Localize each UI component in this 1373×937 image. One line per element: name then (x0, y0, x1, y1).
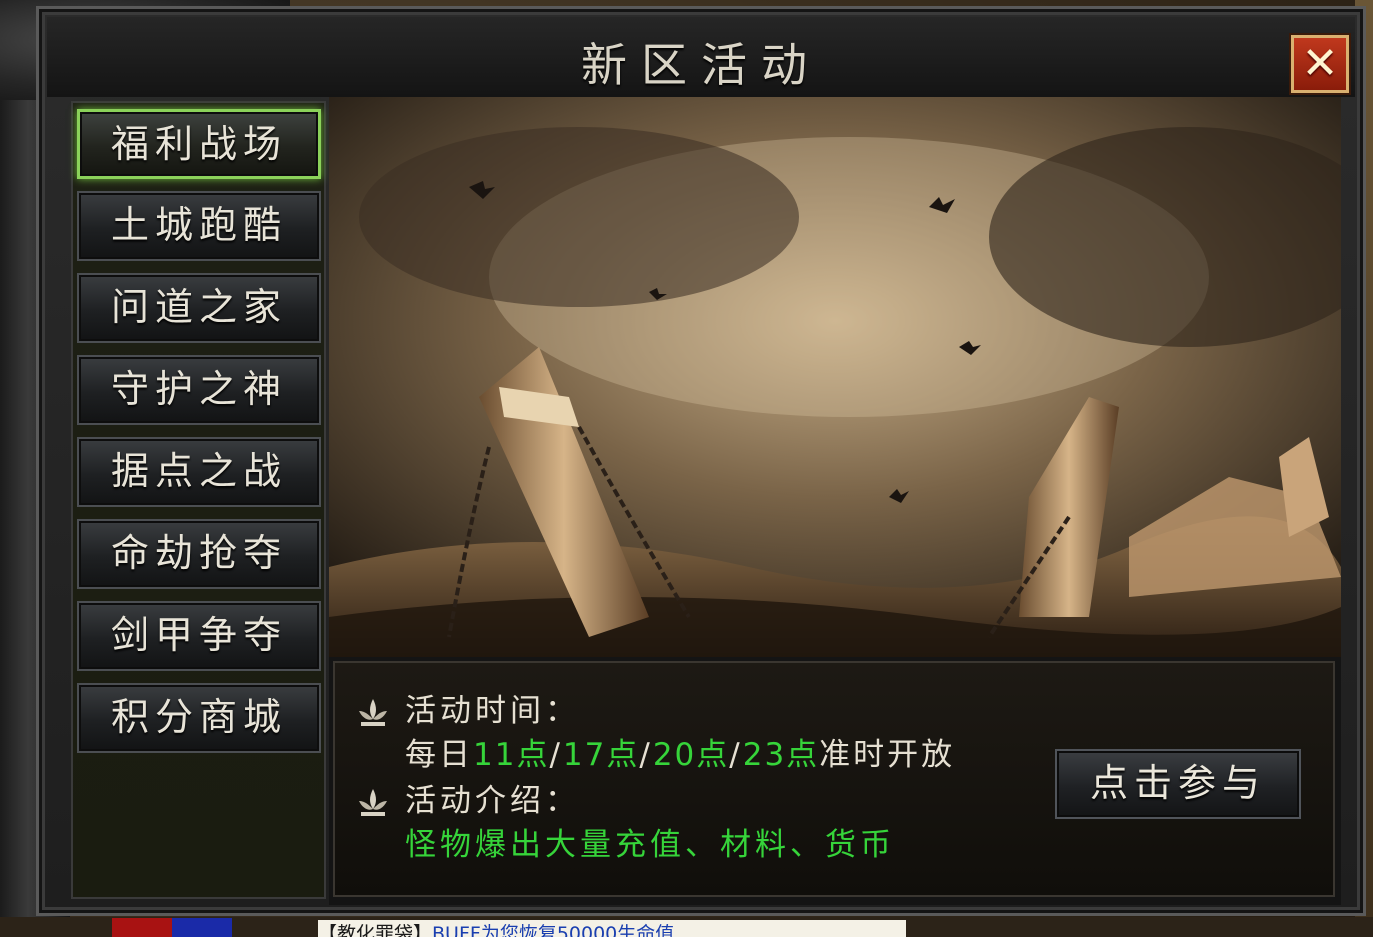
nav-item-4[interactable]: 守护之神 (77, 355, 321, 425)
time-suffix: 准时开放 (819, 737, 956, 773)
time-separator: / (729, 737, 743, 773)
new-server-events-window: 新区活动 ✕ 福利战场土城跑酷问道之家守护之神据点之战命劫抢夺剑甲争夺积分商城 (36, 6, 1366, 916)
event-banner-image (329, 97, 1341, 657)
event-time-row: 活动时间： (355, 689, 580, 733)
nav-item-8[interactable]: 积分商城 (77, 683, 321, 753)
mp-orb-fragment (172, 918, 232, 937)
event-intro-label: 活动介绍： (405, 783, 580, 819)
time-separator: / (549, 737, 563, 773)
nav-item-2[interactable]: 土城跑酷 (77, 191, 321, 261)
nav-item-3[interactable]: 问道之家 (77, 273, 321, 343)
nav-item-6[interactable]: 命劫抢夺 (77, 519, 321, 589)
time-slot: 20点 (652, 737, 730, 773)
hp-orb-fragment (112, 918, 172, 937)
nav-item-1[interactable]: 福利战场 (77, 109, 321, 179)
nav-item-7[interactable]: 剑甲争夺 (77, 601, 321, 671)
event-intro-text: 怪物爆出大量充值、材料、货币 (405, 823, 895, 867)
event-time-label: 活动时间： (405, 693, 580, 729)
window-title-bar: 新区活动 ✕ (47, 17, 1355, 97)
event-content: 活动时间： 每日11点/17点/20点/23点准时开放 活动介绍： 怪物爆出大量… (329, 97, 1341, 905)
lotus-emblem-icon (359, 788, 387, 816)
event-info-panel: 活动时间： 每日11点/17点/20点/23点准时开放 活动介绍： 怪物爆出大量… (333, 661, 1335, 897)
time-slot: 23点 (742, 737, 820, 773)
time-slot: 11点 (473, 737, 550, 773)
event-intro-row: 活动介绍： (355, 779, 580, 823)
chat-text: BUFF为您恢复50000生命值 (432, 923, 675, 937)
close-icon: ✕ (1301, 38, 1339, 89)
intro-description: 怪物爆出大量充值、材料、货币 (405, 827, 895, 863)
close-button[interactable]: ✕ (1291, 35, 1349, 93)
chat-prefix: 【教化罪袋】 (318, 923, 433, 937)
time-separator: / (639, 737, 653, 773)
join-event-button[interactable]: 点击参与 (1055, 749, 1301, 819)
window-title: 新区活动 (581, 38, 821, 92)
game-screen: 【教化罪袋】BUFF为您恢复50000生命值 新区活动 ✕ 福利战场土城跑酷问道… (0, 0, 1373, 937)
time-slot: 17点 (562, 737, 640, 773)
lotus-emblem-icon (359, 698, 387, 726)
event-time-value: 每日11点/17点/20点/23点准时开放 (405, 733, 955, 777)
event-category-list: 福利战场土城跑酷问道之家守护之神据点之战命劫抢夺剑甲争夺积分商城 (71, 101, 326, 899)
time-prefix: 每日 (405, 737, 473, 773)
battlefield-illustration (329, 97, 1341, 657)
nav-item-5[interactable]: 据点之战 (77, 437, 321, 507)
system-chat-line: 【教化罪袋】BUFF为您恢复50000生命值 (318, 920, 906, 937)
